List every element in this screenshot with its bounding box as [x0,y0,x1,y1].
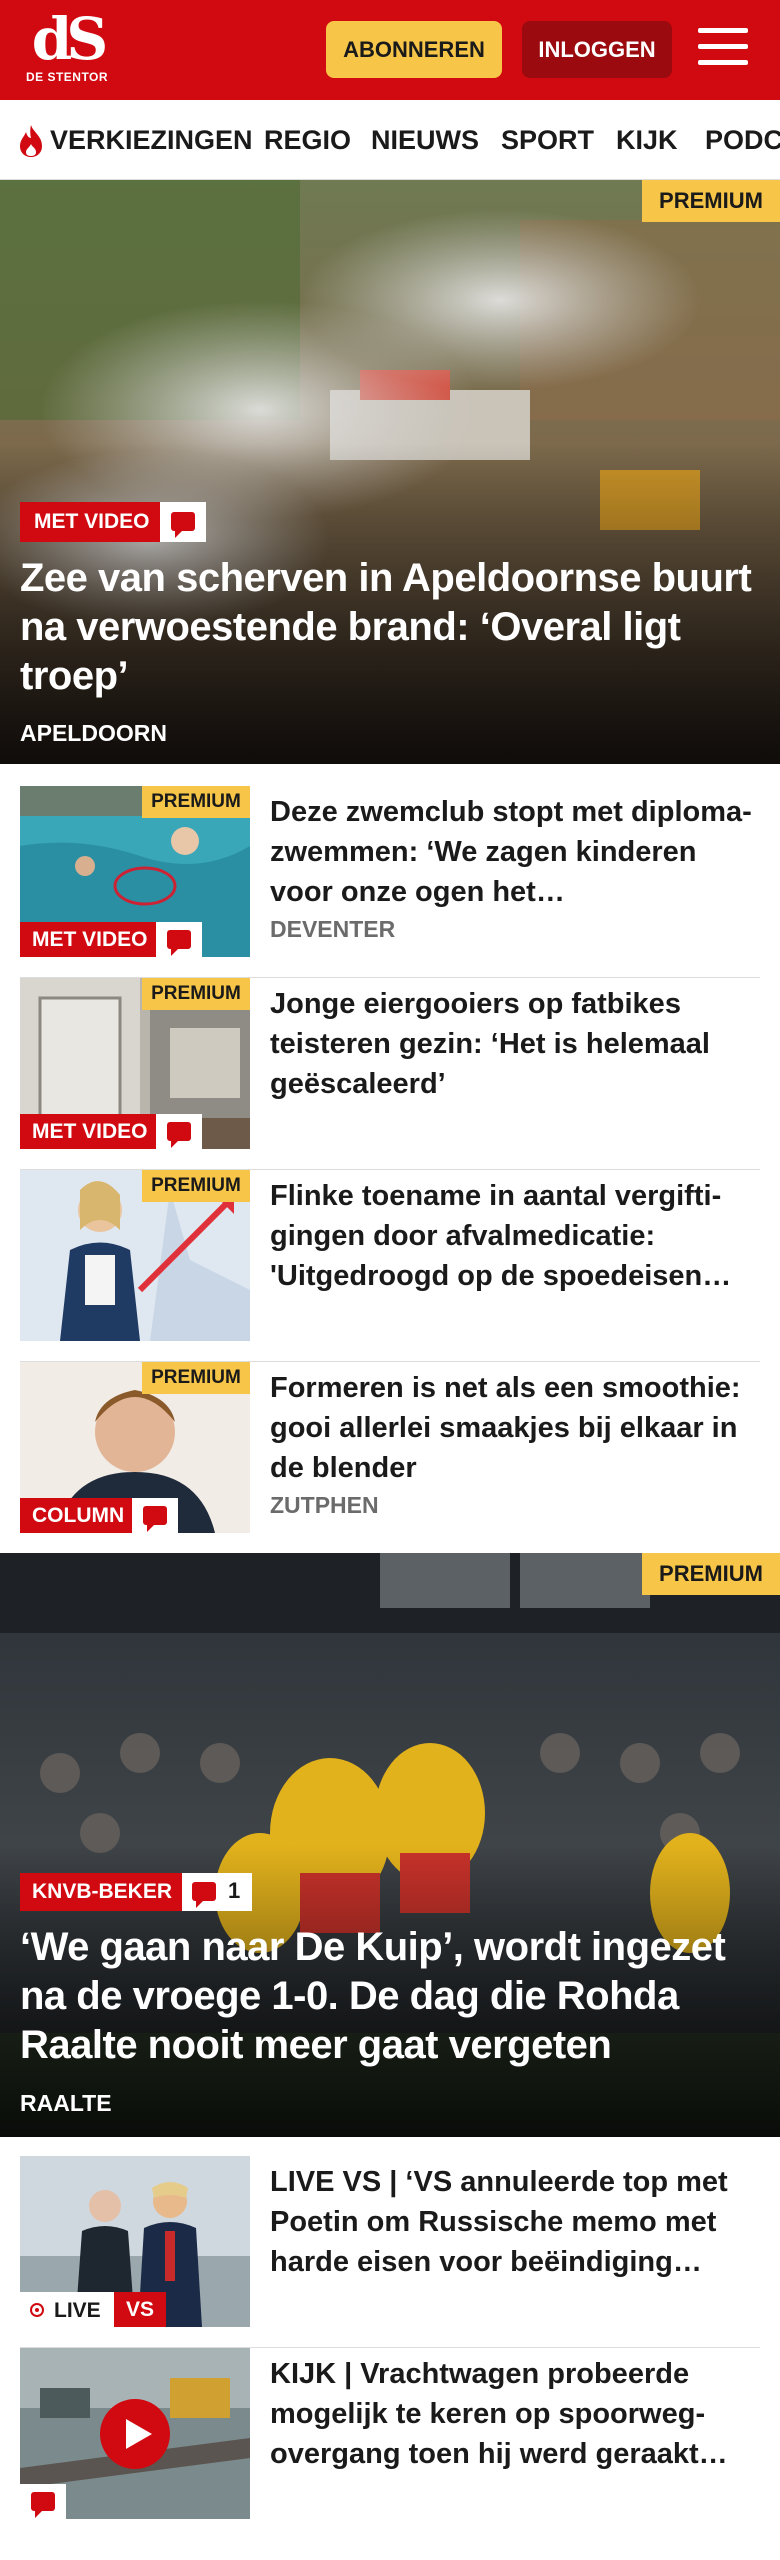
story-title[interactable]: LIVE VS | ‘VS annuleerde top met Poetin … [270,2162,760,2282]
nav-item-sport[interactable]: SPORT [501,100,594,179]
story-title[interactable]: Deze zwemclub stopt met diploma-zwemmen:… [270,792,760,912]
flame-icon [20,125,42,157]
premium-badge: PREMIUM [142,1170,250,1202]
story-title[interactable]: Jonge eiergooiers op fatbikes teisteren … [270,984,760,1104]
lead-story-title[interactable]: Zee van scherven in Apeldoornse buurt na… [20,554,760,701]
login-button[interactable]: INLOGGEN [522,21,672,78]
premium-badge: PREMIUM [642,1553,780,1595]
list-item[interactable]: PREMIUM MET VIDEO Deze zwemclub stopt me… [20,786,760,978]
comment-count-value: 1 [228,1878,241,1903]
play-icon[interactable] [100,2399,170,2469]
list-item[interactable]: PREMIUM Flinke toename in aantal vergift… [20,1170,760,1362]
column-tag: COLUMN [20,1498,137,1533]
story-thumbnail: PREMIUM COLUMN [20,1362,250,1533]
comment-icon [192,1882,216,1908]
list-item[interactable]: LIVE VS LIVE VS | ‘VS annuleerde top met… [20,2156,760,2348]
hamburger-icon[interactable] [698,24,750,72]
nav-item-nieuws[interactable]: NIEUWS [371,100,479,179]
story-title[interactable]: KIJK | Vrachtwagen probeerde mogelijk te… [270,2354,760,2474]
comment-icon[interactable] [20,2484,66,2519]
section-tag: KNVB-BEKER [20,1873,185,1911]
story-thumbnail: PREMIUM [20,1170,250,1341]
site-header: dS DE STENTOR ABONNEREN INLOGGEN [0,0,780,100]
live-label: LIVE [54,2299,101,2322]
video-tag: MET VIDEO [20,922,160,957]
logo-mark: dS [31,5,108,73]
site-logo[interactable]: dS DE STENTOR [22,10,112,92]
story-thumbnail: PREMIUM MET VIDEO [20,978,250,1149]
story-title[interactable]: Flinke toename in aantal vergifti­gingen… [270,1176,760,1296]
story-title[interactable]: Formeren is net als een smoothie: gooi a… [270,1368,760,1488]
story-thumbnail: PREMIUM MET VIDEO [20,786,250,957]
lead-story[interactable]: PREMIUM MET VIDEO Zee van scherven in Ap… [0,180,780,764]
story-thumbnail [20,2348,250,2519]
lead-story-location: APELDOORN [20,720,167,746]
live-badge: LIVE [20,2292,114,2327]
section-nav: VERKIEZINGEN REGIO NIEUWS SPORT KIJK POD… [0,100,780,180]
second-lead-story[interactable]: PREMIUM KNVB-BEKER 1 ‘We gaan naar De Ku… [0,1553,780,2137]
list-item[interactable]: PREMIUM MET VIDEO Jonge eiergooiers op f… [20,978,760,1170]
nav-item-regio[interactable]: REGIO [264,100,351,179]
story-location: ZUTPHEN [270,1492,379,1518]
story-thumbnail: LIVE VS [20,2156,250,2327]
video-tag: MET VIDEO [20,1114,160,1149]
premium-badge: PREMIUM [142,1362,250,1394]
comment-icon[interactable] [156,922,202,957]
live-dot-icon [30,2303,44,2317]
story-location: DEVENTER [270,916,396,942]
comment-icon[interactable] [132,1498,178,1533]
second-lead-story-title[interactable]: ‘We gaan naar De Kuip’, wordt ingezet na… [20,1923,760,2070]
comment-icon[interactable] [160,502,206,542]
second-lead-story-location: RAALTE [20,2090,112,2116]
comment-count[interactable]: 1 [182,1873,252,1911]
list-item[interactable]: PREMIUM COLUMN Formeren is net als een s… [20,1362,760,1554]
premium-badge: PREMIUM [642,180,780,222]
section-tag: VS [114,2292,167,2327]
nav-item-kijk[interactable]: KIJK [616,100,678,179]
video-tag: MET VIDEO [20,502,164,542]
logo-subtitle: DE STENTOR [25,70,109,84]
premium-badge: PREMIUM [142,786,250,818]
premium-badge: PREMIUM [142,978,250,1010]
list-item[interactable]: KIJK | Vrachtwagen probeerde mogelijk te… [20,2348,760,2560]
subscribe-button[interactable]: ABONNEREN [326,21,502,78]
nav-item-podcasts[interactable]: PODCASTS [705,100,780,179]
nav-item-verkiezingen[interactable]: VERKIEZINGEN [50,100,253,179]
comment-icon[interactable] [156,1114,202,1149]
